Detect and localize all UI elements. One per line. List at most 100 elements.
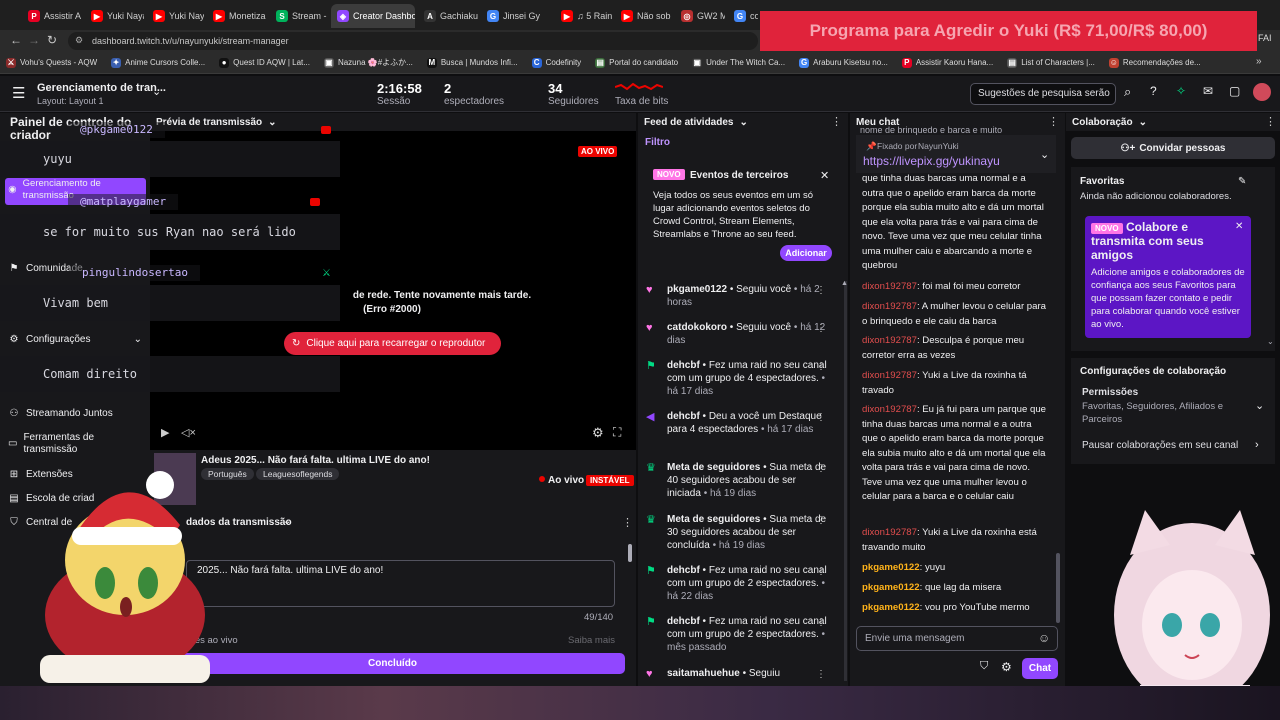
learn-more-link[interactable]: Saiba mais xyxy=(568,635,615,646)
more-icon[interactable]: ⋮ xyxy=(816,322,826,335)
chat-username[interactable]: dixon192787 xyxy=(862,281,917,292)
chevron-down-icon[interactable]: ⌄ xyxy=(1255,399,1264,412)
chevron-down-icon[interactable]: ⌄ xyxy=(1139,117,1147,128)
forward-icon[interactable]: → xyxy=(28,33,40,47)
filter-button[interactable]: Filtro xyxy=(645,137,670,148)
activity-item[interactable]: ♛ Meta de seguidores • Sua meta de 30 seg… xyxy=(646,513,832,552)
sidebar-item-stream-together[interactable]: ⚇ Streamando Juntos xyxy=(8,408,113,419)
bookmark-item[interactable]: ● Quest ID AQW | Lat... xyxy=(219,57,310,68)
more-icon[interactable]: ⋮ xyxy=(816,411,826,424)
shield-icon[interactable]: ⛉ xyxy=(980,660,988,673)
browser-tab[interactable]: ▶ ♫ 5 Raini xyxy=(555,4,612,28)
stream-title-field[interactable]: 2025... Não fará falta. ultima LIVE do a… xyxy=(186,560,615,607)
scroll-up-icon[interactable]: ▲ xyxy=(841,280,848,287)
chat-username[interactable]: dixon192787 xyxy=(862,335,917,346)
search-icon[interactable]: ⌕ xyxy=(1124,84,1131,100)
chevron-down-icon[interactable]: ⌄ xyxy=(283,516,291,527)
bookmark-item[interactable]: ⚔ Vohu's Quests - AQW xyxy=(6,57,97,68)
browser-tab[interactable]: ◎ GW2 Ma xyxy=(675,4,725,28)
sidebar-item-stream-tools[interactable]: ▭ Ferramentas de transmissão xyxy=(8,432,118,456)
edit-icon[interactable]: ✎ xyxy=(1238,176,1246,187)
scrollbar[interactable] xyxy=(844,281,847,681)
more-icon[interactable]: ⋮ xyxy=(1048,115,1059,128)
chat-bubble-icon[interactable]: ▢ xyxy=(1229,84,1240,98)
browser-tab[interactable]: ▶ Não sob xyxy=(615,4,672,28)
browser-tab[interactable]: ▶ Monetiza xyxy=(207,4,267,28)
more-icon[interactable]: ⋮ xyxy=(816,668,826,681)
chevron-down-icon[interactable]: ⌄ xyxy=(1040,148,1049,161)
sparkle-icon[interactable]: ✧ xyxy=(1176,84,1186,98)
reload-player-button[interactable]: ↻ Clique aqui para recarregar o reproduto… xyxy=(284,332,501,355)
activity-item[interactable]: ♥ saitamahuehue • Seguiu ⋮ xyxy=(646,667,832,680)
browser-tab[interactable]: Gcom xyxy=(728,4,758,28)
bookmarks-more-icon[interactable]: » xyxy=(1256,56,1262,67)
chevron-down-icon[interactable]: ⌄ xyxy=(268,117,276,128)
add-button[interactable]: Adicionar xyxy=(780,245,832,261)
reload-icon[interactable]: ↻ xyxy=(47,33,57,47)
browser-tab[interactable]: S Stream - xyxy=(270,4,328,28)
done-button[interactable]: Concluído xyxy=(160,653,625,674)
activity-item[interactable]: ♥ pkgame0122 • Seguiu você • há 2 horas ⋮ xyxy=(646,283,832,309)
browser-tab[interactable]: ▶ Yuki Naya xyxy=(85,4,144,28)
more-icon[interactable]: ⋮ xyxy=(816,514,826,527)
url-field[interactable]: dashboard.twitch.tv/u/nayunyuki/stream-m… xyxy=(68,32,758,50)
browser-tab[interactable]: A Gachiaku xyxy=(418,4,478,28)
more-icon[interactable]: ⋮ xyxy=(622,516,633,529)
more-icon[interactable]: ⋮ xyxy=(816,462,826,475)
bookmark-item[interactable]: P Assistir Kaoru Hana... xyxy=(901,57,993,68)
settings-gear-icon[interactable]: ⚙ xyxy=(592,425,604,441)
more-icon[interactable]: ⋮ xyxy=(831,115,842,128)
pinned-link[interactable]: https://livepix.gg/yukinayu xyxy=(863,154,1000,168)
bookmark-item[interactable]: ✦ Anime Cursors Colle... xyxy=(111,57,205,68)
activity-item[interactable]: ◀ dehcbf • Deu a você um Destaque para 4 … xyxy=(646,410,832,436)
gear-icon[interactable]: ⚙ xyxy=(1001,660,1012,674)
tag-game[interactable]: Leaguesoflegends xyxy=(256,468,340,480)
chat-username[interactable]: pkgame0122 xyxy=(862,602,920,613)
bookmark-item[interactable]: ▤ List of Characters |... xyxy=(1007,57,1095,68)
bookmark-item[interactable]: C Codefinity xyxy=(531,57,581,68)
bookmark-item[interactable]: G Araburu Kisetsu no... xyxy=(799,57,888,68)
chat-send-button[interactable]: Chat xyxy=(1022,658,1058,679)
close-icon[interactable]: ✕ xyxy=(820,169,829,182)
invite-button[interactable]: ⚇+ Convidar pessoas xyxy=(1071,137,1275,159)
chevron-down-icon[interactable]: ⌄ xyxy=(152,85,161,98)
more-icon[interactable]: ⋮ xyxy=(1265,115,1276,128)
pause-collab-label[interactable]: Pausar colaborações em seu canal xyxy=(1082,440,1238,451)
close-icon[interactable]: ✕ xyxy=(1235,221,1243,232)
bookmark-item[interactable]: M Busca | Mundos Infi... xyxy=(426,57,518,68)
chevron-down-icon[interactable]: ⌄ xyxy=(739,117,747,128)
activity-item[interactable]: ⚑ dehcbf • Fez uma raid no seu canal com … xyxy=(646,359,832,398)
chat-username[interactable]: pkgame0122 xyxy=(862,582,920,593)
help-icon[interactable]: ? xyxy=(1150,84,1157,98)
more-icon[interactable]: ⋮ xyxy=(816,565,826,578)
more-icon[interactable]: ⋮ xyxy=(816,360,826,373)
search-input[interactable]: Sugestões de pesquisa serão xyxy=(970,83,1116,105)
bookmark-item[interactable]: ☺ Recomendações de... xyxy=(1108,57,1201,68)
scrollbar[interactable] xyxy=(628,544,632,562)
back-icon[interactable]: ← xyxy=(10,33,22,47)
bookmark-item[interactable]: ▣ Under The Witch Ca... xyxy=(692,57,785,68)
play-icon[interactable]: ▶ xyxy=(161,426,169,439)
mail-icon[interactable]: ✉ xyxy=(1203,84,1213,98)
more-icon[interactable]: ⋮ xyxy=(816,284,826,297)
sidebar-item-settings[interactable]: ⚙ Configurações ⌄ xyxy=(8,334,142,345)
more-icon[interactable]: ⋮ xyxy=(816,616,826,629)
chat-username[interactable]: dixon192787 xyxy=(862,370,917,381)
bookmark-item[interactable]: ▤ Portal do candidato xyxy=(595,57,678,68)
profile-label[interactable]: FAI xyxy=(1258,33,1272,43)
activity-item[interactable]: ⚑ dehcbf • Fez uma raid no seu canal com … xyxy=(646,564,832,603)
site-info-icon[interactable]: ⚙ xyxy=(75,35,83,46)
activity-item[interactable]: ♥ catdokokoro • Seguiu você • há 12 dias ⋮ xyxy=(646,321,832,347)
chevron-right-icon[interactable]: › xyxy=(1255,439,1259,451)
dashboard-title[interactable]: Gerenciamento de tran... xyxy=(37,82,166,94)
chevron-down-icon[interactable]: ⌄ xyxy=(1267,337,1274,346)
permissions-label[interactable]: Permissões xyxy=(1082,387,1138,398)
chat-username[interactable]: dixon192787 xyxy=(862,301,917,312)
browser-tab[interactable]: ◈ Creator Dashboa xyxy=(331,4,415,28)
browser-tab[interactable]: ▶ Yuki Naya xyxy=(147,4,204,28)
chat-input[interactable]: Envie uma mensagem xyxy=(856,626,1058,651)
chat-username[interactable]: pkgame0122 xyxy=(862,562,920,573)
chat-username[interactable]: dixon192787 xyxy=(862,527,917,538)
bookmark-item[interactable]: ▣ Nazuna 🌸#よふか... xyxy=(323,57,413,68)
chat-username[interactable]: dixon192787 xyxy=(862,404,917,415)
